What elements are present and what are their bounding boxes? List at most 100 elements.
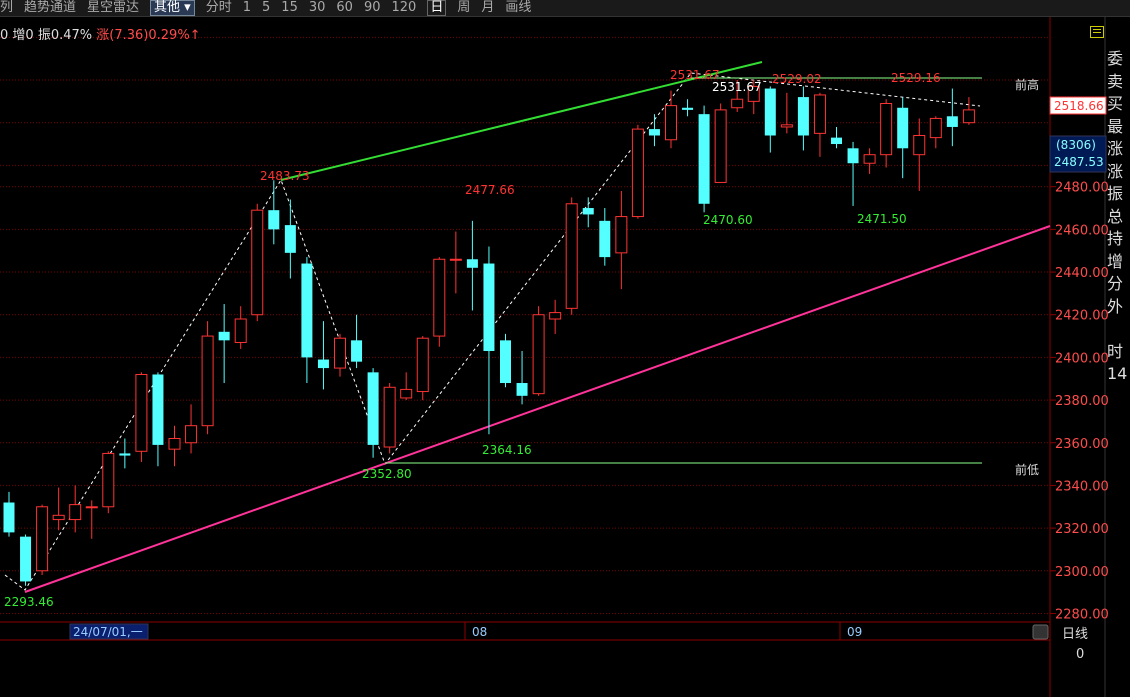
candle[interactable] [913, 118, 926, 191]
candle[interactable] [565, 197, 578, 315]
candle-body [731, 98, 744, 109]
candle[interactable] [301, 257, 313, 384]
toolbar-item[interactable]: 分时 [206, 1, 232, 15]
candle[interactable] [234, 306, 247, 349]
candle-body [863, 154, 876, 164]
candle[interactable] [268, 180, 280, 245]
candle[interactable] [36, 504, 49, 576]
candle[interactable] [813, 92, 826, 157]
candle[interactable] [483, 246, 495, 435]
candle[interactable] [631, 124, 644, 219]
candle[interactable] [3, 491, 15, 537]
candlestick-chart[interactable]: 2280.00 2300.00 2320.00 2340.00 2360.00 2380.… [0, 0, 1130, 697]
y-tick-label: 2400.00 [1055, 351, 1109, 366]
candle-body [433, 258, 446, 337]
candle[interactable] [698, 105, 710, 213]
candle[interactable] [168, 425, 181, 467]
indicator-value: 0 [1076, 647, 1084, 662]
high-label: 2483.73 [260, 169, 310, 183]
candle-body [631, 128, 644, 218]
toolbar-item[interactable]: 趋势通道 [24, 1, 76, 15]
toolbar-item[interactable]: 60 [336, 1, 353, 15]
toolbar-item[interactable]: 星空雷达 [87, 1, 139, 15]
candle[interactable] [500, 333, 511, 388]
toolbar-item[interactable]: 5 [262, 1, 270, 15]
candle[interactable] [946, 88, 958, 147]
candle[interactable] [549, 299, 562, 334]
candle[interactable] [416, 336, 429, 401]
candle[interactable] [831, 126, 842, 149]
candle[interactable] [714, 103, 727, 183]
toolbar-item[interactable]: 其他 ▾ [150, 0, 195, 16]
toolbar-item[interactable]: 30 [309, 1, 326, 15]
toolbar-item[interactable]: 120 [391, 1, 416, 15]
candle[interactable] [847, 141, 859, 206]
menu-icon[interactable] [1090, 26, 1104, 38]
toolbar-item[interactable]: 日 [427, 0, 447, 16]
candle[interactable] [201, 321, 214, 435]
quote-field-label: 涨幅 [1107, 161, 1124, 181]
candle-body [946, 116, 958, 127]
candle[interactable] [102, 451, 115, 514]
candle[interactable] [880, 99, 893, 168]
candle[interactable] [218, 304, 230, 384]
candle[interactable] [367, 368, 379, 458]
candle-body [929, 117, 942, 139]
candle[interactable] [665, 90, 677, 149]
toolbar-item[interactable]: 月 [481, 1, 494, 15]
candle[interactable] [185, 404, 198, 454]
scroll-button[interactable] [1032, 624, 1049, 640]
candle[interactable] [351, 314, 363, 369]
candle[interactable] [284, 199, 296, 279]
candle[interactable] [251, 203, 264, 322]
candle[interactable] [897, 97, 909, 179]
toolbar-item[interactable]: 画线 [505, 1, 531, 15]
y-tick-label: 2300.00 [1055, 565, 1109, 580]
candle-body [284, 225, 296, 253]
candle[interactable] [20, 534, 32, 586]
toolbar-item[interactable]: 1 [243, 1, 251, 15]
candle[interactable] [532, 306, 545, 396]
candle[interactable] [682, 99, 694, 117]
candle[interactable] [69, 485, 82, 533]
toolbar-item[interactable]: 90 [364, 1, 381, 15]
candle-body [913, 134, 926, 156]
candle[interactable] [400, 372, 413, 401]
candle-body [897, 107, 909, 149]
month-label: 08 [472, 625, 487, 639]
candle[interactable] [929, 116, 942, 149]
candle[interactable] [764, 86, 776, 153]
candle[interactable] [615, 190, 628, 290]
candle[interactable] [863, 148, 876, 174]
candle-body [500, 340, 511, 384]
candle[interactable] [582, 197, 594, 228]
candle[interactable] [962, 97, 975, 125]
toolbar-item[interactable]: 15 [281, 1, 298, 15]
candle[interactable] [85, 500, 98, 539]
candle[interactable] [52, 487, 65, 531]
candle[interactable] [599, 208, 611, 266]
candle-body [3, 502, 15, 533]
candle[interactable] [334, 333, 346, 377]
candle[interactable] [449, 231, 462, 294]
candle[interactable] [797, 86, 809, 151]
candle[interactable] [516, 351, 528, 405]
candle[interactable] [317, 321, 329, 390]
candle[interactable] [433, 257, 446, 347]
candle[interactable] [466, 220, 478, 311]
candle[interactable] [135, 372, 148, 462]
candle-body [813, 94, 826, 134]
channel-bottom-line[interactable] [24, 225, 1051, 593]
y-tick-label: 2420.00 [1055, 309, 1109, 324]
info-position: 0 [0, 28, 9, 43]
candle[interactable] [780, 92, 793, 134]
candle-body [383, 386, 396, 448]
toolbar-item[interactable]: 周 [457, 1, 470, 15]
low-label: 2471.50 [857, 212, 907, 226]
toolbar-item[interactable]: 列 [0, 1, 13, 15]
candle[interactable] [648, 114, 660, 147]
candle[interactable] [152, 372, 164, 467]
date-start-label: 24/07/01,一 [73, 625, 143, 639]
candle[interactable] [383, 383, 396, 454]
quote-field-label: 卖① [1107, 71, 1124, 91]
